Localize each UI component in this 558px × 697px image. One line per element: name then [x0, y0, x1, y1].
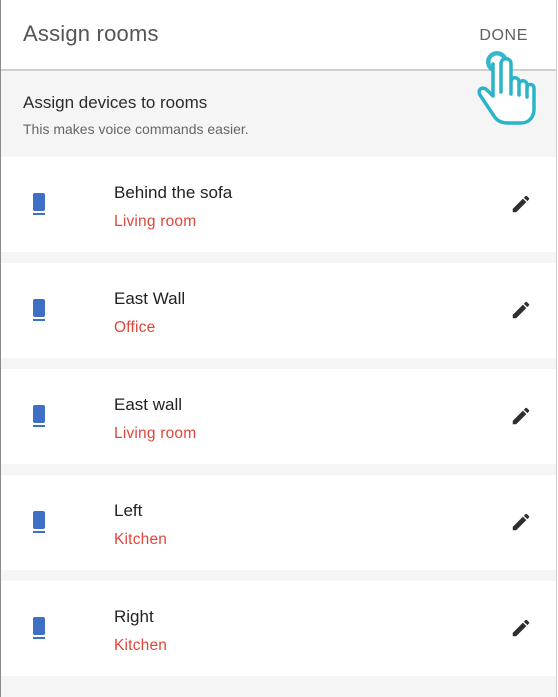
device-row[interactable]: Right Kitchen [1, 581, 556, 676]
pencil-icon[interactable] [510, 617, 532, 639]
device-name: Right [114, 607, 154, 626]
speaker-icon [33, 193, 45, 215]
assign-rooms-screen: Assign rooms DONE Assign devices to room… [0, 0, 557, 697]
device-room: Kitchen [114, 531, 168, 548]
pencil-icon[interactable] [510, 193, 532, 215]
device-name: Behind the sofa [114, 183, 233, 202]
speaker-icon [33, 405, 45, 427]
pencil-icon[interactable] [510, 405, 532, 427]
device-row[interactable]: East Wall Office [1, 263, 556, 358]
device-row[interactable]: Left Kitchen [1, 475, 556, 570]
device-row[interactable]: Behind the sofa Living room [1, 157, 556, 252]
pencil-icon[interactable] [510, 511, 532, 533]
device-room: Office [114, 319, 156, 336]
device-room: Living room [114, 425, 197, 442]
speaker-icon [33, 511, 45, 533]
intro-title: Assign devices to rooms [23, 93, 208, 112]
done-button[interactable]: DONE [479, 27, 528, 45]
device-name: Left [114, 501, 143, 520]
intro-subtitle: This makes voice commands easier. [23, 121, 249, 137]
hand-pointer-icon [477, 51, 536, 125]
device-list: Behind the sofa Living room East Wall Of… [1, 157, 556, 687]
device-row[interactable]: East wall Living room [1, 369, 556, 464]
speaker-icon [33, 617, 45, 639]
speaker-icon [33, 299, 45, 321]
device-room: Kitchen [114, 637, 168, 654]
device-name: East Wall [114, 289, 186, 308]
pencil-icon[interactable] [510, 299, 532, 321]
device-room: Living room [114, 213, 197, 230]
page-title: Assign rooms [23, 21, 159, 46]
device-name: East wall [114, 395, 183, 414]
